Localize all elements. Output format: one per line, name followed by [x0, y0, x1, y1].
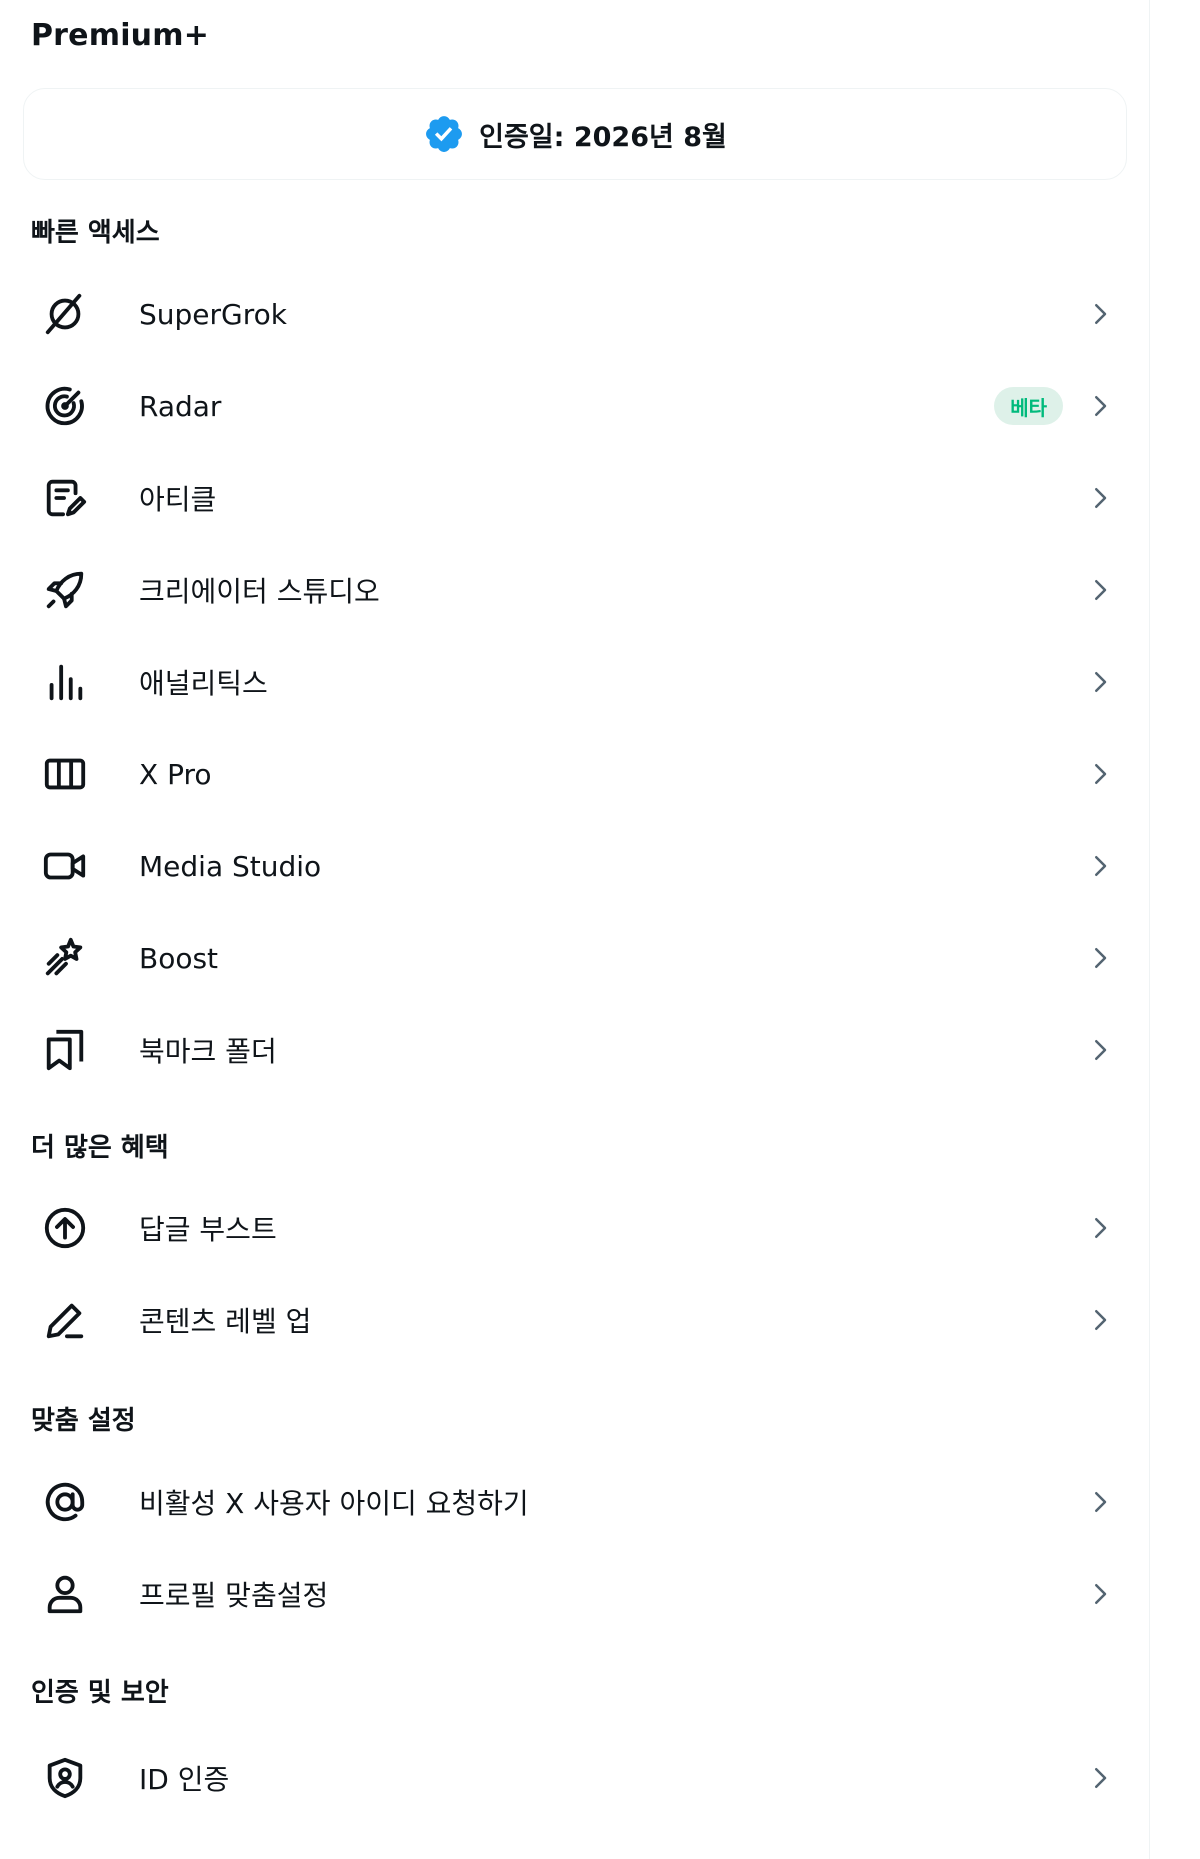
video-camera-icon — [40, 841, 90, 891]
menu-item-bookmark-folders[interactable]: 북마크 폴더 — [23, 1004, 1127, 1096]
menu-item-label: Boost — [139, 941, 219, 975]
pencil-icon — [40, 1295, 90, 1345]
boost-icon — [40, 933, 90, 983]
section-title-verification-security: 인증 및 보안 — [31, 1678, 169, 1708]
chevron-right-icon — [1085, 851, 1115, 881]
menu-item-creator-studio[interactable]: 크리에이터 스튜디오 — [23, 544, 1127, 636]
chevron-right-icon — [1085, 1487, 1115, 1517]
chevron-right-icon — [1085, 1579, 1115, 1609]
menu-item-label: SuperGrok — [139, 297, 287, 331]
menu-item-label: 애널리틱스 — [139, 667, 268, 700]
chevron-right-icon — [1085, 943, 1115, 973]
menu-item-label: 아티클 — [139, 483, 217, 516]
rocket-icon — [40, 565, 90, 615]
menu-item-boost[interactable]: Boost — [23, 912, 1127, 1004]
chevron-right-icon — [1085, 667, 1115, 697]
chevron-right-icon — [1085, 759, 1115, 789]
menu-item-label: X Pro — [139, 757, 212, 791]
section-title-more-benefits: 더 많은 혜택 — [31, 1133, 169, 1163]
premium-plus-panel: Premium+ 인증일: 2026년 8월 빠른 액세스 SuperGrok — [0, 0, 1150, 1859]
chevron-right-icon — [1085, 391, 1115, 421]
menu-item-analytics[interactable]: 애널리틱스 — [23, 636, 1127, 728]
verified-date-text: 인증일: 2026년 8월 — [479, 121, 727, 153]
menu-item-content-level-up[interactable]: 콘텐츠 레벨 업 — [23, 1274, 1127, 1366]
menu-item-label: 비활성 X 사용자 아이디 요청하기 — [139, 1487, 529, 1520]
verified-card: 인증일: 2026년 8월 — [23, 88, 1127, 180]
menu-item-radar[interactable]: Radar 베타 — [23, 360, 1127, 452]
menu-item-label: Media Studio — [139, 849, 322, 883]
analytics-icon — [40, 657, 90, 707]
menu-item-label: Radar — [139, 389, 222, 423]
chevron-right-icon — [1085, 575, 1115, 605]
menu-item-label: 크리에이터 스튜디오 — [139, 575, 380, 608]
chevron-right-icon — [1085, 1035, 1115, 1065]
beta-badge: 베타 — [994, 387, 1063, 425]
article-icon — [40, 473, 90, 523]
arrow-up-circle-icon — [40, 1203, 90, 1253]
chevron-right-icon — [1085, 1763, 1115, 1793]
menu-item-label: 답글 부스트 — [139, 1213, 277, 1246]
columns-icon — [40, 749, 90, 799]
menu-item-media-studio[interactable]: Media Studio — [23, 820, 1127, 912]
menu-item-label: 콘텐츠 레벨 업 — [139, 1305, 312, 1338]
menu-item-profile-customization[interactable]: 프로필 맞춤설정 — [23, 1548, 1127, 1640]
menu-item-label: 북마크 폴더 — [139, 1035, 277, 1068]
menu-item-articles[interactable]: 아티클 — [23, 452, 1127, 544]
menu-item-x-pro[interactable]: X Pro — [23, 728, 1127, 820]
person-icon — [40, 1569, 90, 1619]
shield-person-icon — [40, 1753, 90, 1803]
menu-item-label: 프로필 맞춤설정 — [139, 1579, 329, 1612]
radar-icon — [40, 381, 90, 431]
grok-icon — [40, 289, 90, 339]
chevron-right-icon — [1085, 1305, 1115, 1335]
chevron-right-icon — [1085, 483, 1115, 513]
menu-item-reply-boost[interactable]: 답글 부스트 — [23, 1182, 1127, 1274]
section-title-quick-access: 빠른 액세스 — [31, 218, 160, 248]
menu-item-supergrok[interactable]: SuperGrok — [23, 268, 1127, 360]
menu-item-inactive-username[interactable]: 비활성 X 사용자 아이디 요청하기 — [23, 1456, 1127, 1548]
chevron-right-icon — [1085, 299, 1115, 329]
section-title-customization: 맞춤 설정 — [31, 1406, 136, 1436]
chevron-right-icon — [1085, 1213, 1115, 1243]
page-title: Premium+ — [31, 18, 210, 53]
menu-item-label: ID 인증 — [139, 1763, 230, 1796]
bookmark-folder-icon — [40, 1025, 90, 1075]
menu-item-id-verification[interactable]: ID 인증 — [23, 1732, 1127, 1824]
at-sign-icon — [40, 1477, 90, 1527]
verified-badge-icon — [423, 113, 465, 155]
